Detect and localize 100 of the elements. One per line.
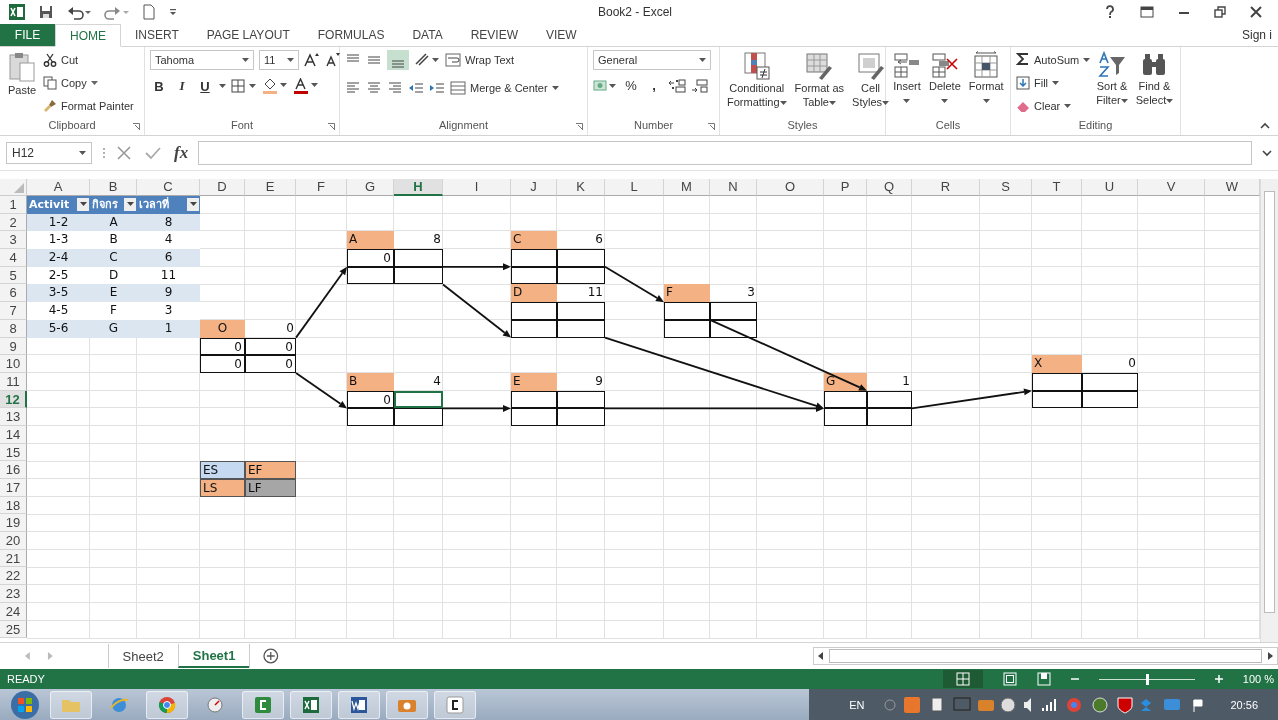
column-header[interactable]: B [90, 179, 137, 196]
align-right-icon[interactable] [387, 81, 403, 95]
dialog-launcher-icon[interactable] [328, 123, 335, 130]
add-sheet-icon[interactable] [263, 648, 279, 664]
row-header[interactable]: 20 [0, 532, 27, 550]
font-color-icon[interactable] [293, 78, 319, 94]
sort-filter-button[interactable]: Sort & Filter [1094, 50, 1130, 109]
caret-icon[interactable] [219, 83, 226, 89]
account-link[interactable]: Sign i [1241, 28, 1278, 42]
clear-button[interactable]: Clear [1016, 96, 1091, 116]
zoom-level[interactable]: 100 % [1242, 673, 1274, 685]
camera-taskbar-button[interactable] [386, 690, 428, 719]
column-header[interactable]: S [980, 179, 1032, 196]
ribbon-tab[interactable]: VIEW [532, 24, 591, 46]
format-painter-button[interactable]: Format Painter [43, 96, 134, 116]
expand-icon[interactable] [1262, 149, 1272, 157]
dialog-launcher-icon[interactable] [708, 123, 715, 130]
ribbon-tab[interactable]: HOME [55, 24, 121, 47]
column-header[interactable]: W [1205, 179, 1260, 196]
sheet-tab[interactable]: Sheet2 [107, 644, 178, 668]
bold-button[interactable]: B [150, 78, 168, 94]
dialog-launcher-icon[interactable] [133, 123, 140, 130]
undo-icon[interactable] [66, 4, 92, 20]
column-header[interactable]: V [1138, 179, 1205, 196]
column-header[interactable]: F [296, 179, 347, 196]
filter-button[interactable] [124, 198, 136, 212]
copy-button[interactable]: Copy [43, 73, 134, 93]
row-header[interactable]: 16 [0, 461, 27, 479]
styles-button[interactable]: Format as Table [792, 50, 847, 111]
wrap-text-button[interactable]: Wrap Text [445, 50, 515, 70]
cut-button[interactable]: Cut [43, 50, 134, 70]
help-icon[interactable] [1104, 5, 1116, 19]
excel-taskbar-button[interactable] [290, 690, 332, 719]
row-header[interactable]: 19 [0, 514, 27, 533]
horizontal-scrollbar[interactable] [812, 647, 1278, 665]
find-select-button[interactable]: Find & Select [1133, 50, 1176, 109]
insert-function-button[interactable]: fx [174, 143, 189, 163]
ribbon-tab[interactable]: FORMULAS [303, 24, 399, 46]
cells-button[interactable]: Format [966, 50, 1006, 109]
restore-icon[interactable] [1214, 6, 1226, 18]
filter-button[interactable] [187, 198, 199, 212]
row-header[interactable]: 13 [0, 408, 27, 426]
decrease-decimal-icon[interactable] [691, 78, 709, 93]
currency-icon[interactable] [593, 78, 617, 93]
column-header[interactable]: E [245, 179, 296, 196]
app-taskbar-button[interactable] [434, 690, 476, 719]
row-header[interactable]: 22 [0, 567, 27, 586]
column-header[interactable]: R [912, 179, 980, 196]
paste-button[interactable]: Paste [5, 50, 39, 99]
scroll-left-icon[interactable] [816, 652, 825, 660]
column-header[interactable]: K [557, 179, 605, 196]
sheet-tab[interactable]: Sheet1 [177, 644, 250, 668]
number-format-dropdown[interactable]: General [593, 50, 711, 70]
fill-button[interactable]: Fill [1016, 73, 1091, 93]
font-size-dropdown[interactable]: 11 [259, 50, 299, 70]
clock[interactable]: 20:56 [1230, 698, 1258, 711]
collapse-ribbon-icon[interactable] [1260, 122, 1270, 129]
cancel-icon[interactable] [116, 145, 132, 161]
ribbon-tab[interactable]: DATA [398, 24, 457, 46]
middle-align-icon[interactable] [366, 53, 382, 67]
zoom-in-icon[interactable] [1214, 675, 1223, 683]
row-header[interactable]: 17 [0, 479, 27, 497]
column-header[interactable]: T [1032, 179, 1082, 196]
ribbon-tab[interactable]: FILE [0, 24, 55, 46]
column-header[interactable]: M [664, 179, 710, 196]
percent-button[interactable]: % [622, 78, 640, 93]
name-box[interactable]: H12 [6, 142, 92, 164]
column-header[interactable]: O [757, 179, 824, 196]
ribbon-tab[interactable]: INSERT [121, 24, 193, 46]
styles-button[interactable]: Conditional Formatting [725, 50, 789, 111]
column-header[interactable]: G [347, 179, 394, 196]
dialog-launcher-icon[interactable] [576, 123, 583, 130]
redo-icon[interactable] [104, 4, 130, 20]
close-icon[interactable] [1250, 6, 1262, 18]
vertical-scrollbar[interactable] [1260, 179, 1278, 642]
column-header[interactable]: U [1082, 179, 1138, 196]
cells-button[interactable]: Insert [891, 50, 923, 109]
decrease-indent-icon[interactable] [408, 81, 424, 95]
comma-button[interactable]: , [645, 78, 663, 93]
fill-color-icon[interactable] [262, 78, 288, 94]
customize-caret-icon[interactable] [168, 7, 178, 17]
row-header[interactable]: 10 [0, 355, 27, 373]
row-header[interactable]: 7 [0, 302, 27, 320]
column-header[interactable]: P [824, 179, 867, 196]
styles-button[interactable]: Cell Styles [850, 50, 892, 111]
scroll-right-icon[interactable] [1266, 652, 1274, 660]
column-header[interactable]: I [443, 179, 511, 196]
save-icon[interactable] [38, 4, 54, 20]
page-break-view-icon[interactable] [1036, 672, 1051, 686]
formula-input[interactable] [198, 141, 1252, 165]
grow-font-icon[interactable] [304, 52, 320, 68]
new-document-icon[interactable] [142, 4, 156, 20]
orientation-icon[interactable] [414, 52, 440, 68]
ribbon-display-icon[interactable] [1140, 6, 1154, 18]
increase-indent-icon[interactable] [429, 81, 445, 95]
column-header[interactable]: N [710, 179, 757, 196]
align-center-icon[interactable] [366, 81, 382, 95]
borders-icon[interactable] [231, 79, 257, 93]
column-header[interactable]: J [511, 179, 557, 196]
increase-decimal-icon[interactable] [668, 78, 686, 93]
